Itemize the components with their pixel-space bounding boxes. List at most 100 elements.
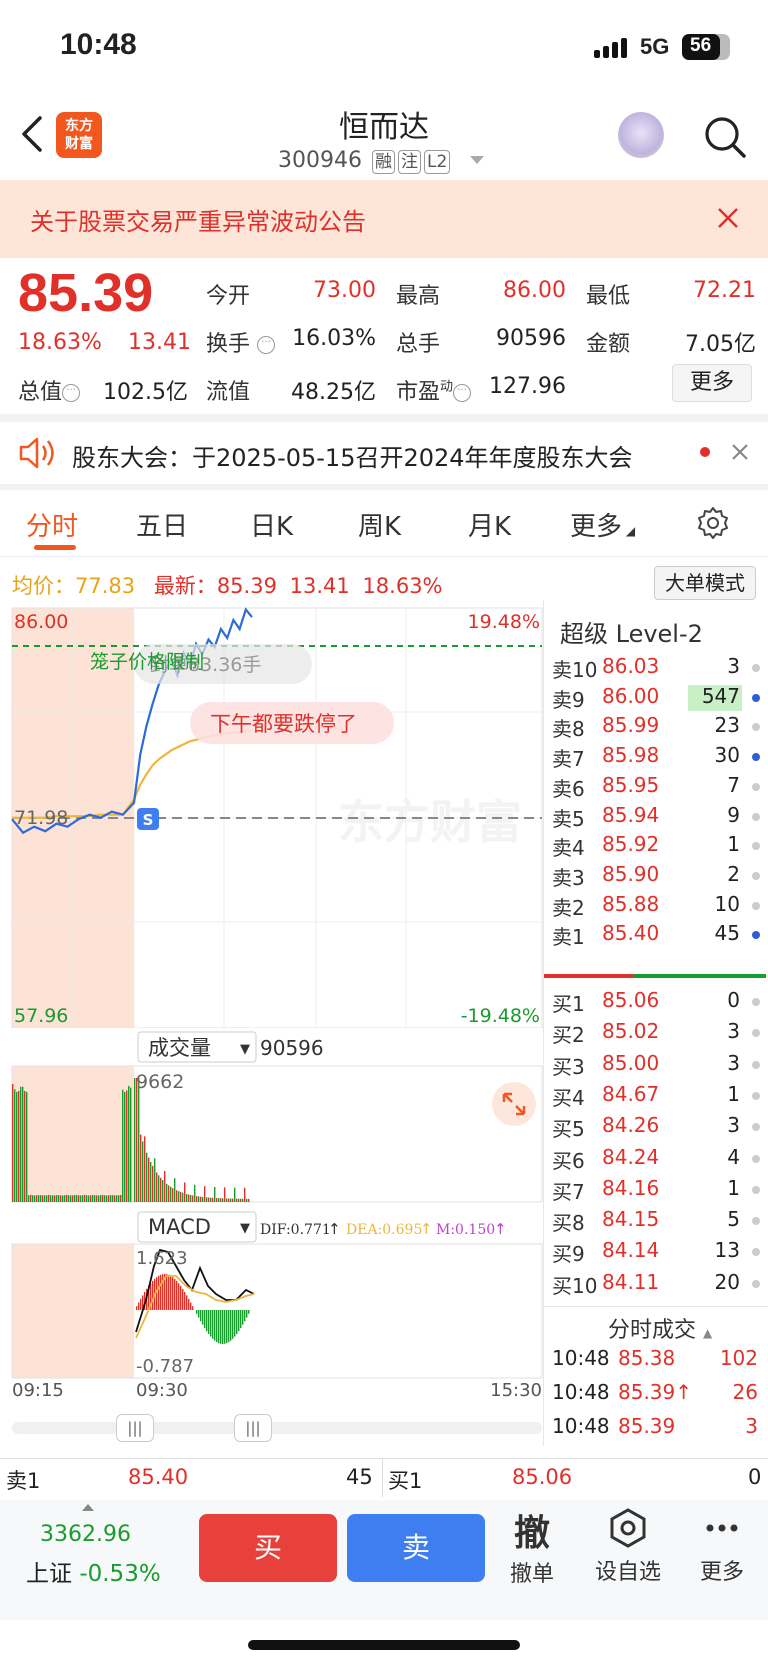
- label-pe: 市盈动 ···: [396, 374, 472, 406]
- bid-ask-ratio-bar: [544, 974, 766, 978]
- bid-row[interactable]: 买2 85.02 3: [552, 1019, 768, 1050]
- x-label-start: 09:15: [12, 1380, 64, 1400]
- info-icon[interactable]: ···: [62, 384, 81, 402]
- more-tab[interactable]: 更多: [694, 1508, 750, 1586]
- bid-row[interactable]: 买8 84.15 5: [552, 1207, 768, 1238]
- ask-row[interactable]: 卖8 85.99 23: [552, 713, 768, 744]
- tab-five-day[interactable]: 五日: [136, 506, 188, 543]
- bid-row[interactable]: 买9 84.14 13: [552, 1238, 768, 1269]
- volume-bar: [46, 1195, 48, 1202]
- close-icon[interactable]: [730, 442, 750, 462]
- ask-row[interactable]: 卖5 85.94 9: [552, 803, 768, 834]
- bid1-label: 买1: [388, 1469, 423, 1493]
- bid-row[interactable]: 买1 85.06 0: [552, 988, 768, 1019]
- volume-bar: [242, 1198, 244, 1202]
- notice-text: 关于股票交易严重异常波动公告: [30, 208, 366, 236]
- slider-handle-left[interactable]: |||: [116, 1414, 154, 1442]
- bid-row[interactable]: 买6 84.24 4: [552, 1145, 768, 1176]
- ask-volume: 1: [727, 832, 740, 857]
- index-row[interactable]: 上证 -0.53%: [26, 1554, 161, 1588]
- ask-row[interactable]: 卖2 85.88 10: [552, 892, 768, 923]
- volume-bar: [96, 1195, 98, 1202]
- index-value[interactable]: 3362.96: [40, 1522, 131, 1547]
- volume-bar: [216, 1198, 218, 1202]
- tab-weekly-k[interactable]: 周K: [358, 506, 401, 543]
- slider-handle-right[interactable]: |||: [234, 1414, 272, 1442]
- macd-top: 1.623: [136, 1248, 188, 1269]
- volume-bar: [88, 1195, 90, 1202]
- volume-bar: [130, 1087, 132, 1202]
- ask-row[interactable]: 卖6 85.95 7: [552, 773, 768, 804]
- macd-bar: [160, 1274, 162, 1310]
- label-volume: 总手: [396, 332, 441, 357]
- intraday-chart[interactable]: 东方财富 S 86.00 71.98 57.96 19.48% -19.48% …: [0, 600, 544, 1400]
- ask-row[interactable]: 卖10 86.03 3: [552, 654, 768, 685]
- macd-bar: [242, 1310, 244, 1325]
- bid-row[interactable]: 买5 84.26 3: [552, 1113, 768, 1144]
- bid-row[interactable]: 买7 84.16 1: [552, 1176, 768, 1207]
- cancel-order-tab[interactable]: 撤 撤单: [504, 1504, 560, 1588]
- sell-button[interactable]: 卖: [347, 1514, 485, 1582]
- more-button[interactable]: 更多: [672, 364, 752, 402]
- tag-registered: 注: [397, 150, 421, 174]
- macd-bar: [232, 1310, 234, 1339]
- bid-row[interactable]: 买4 84.67 1: [552, 1082, 768, 1113]
- info-icon[interactable]: ···: [257, 336, 276, 354]
- info-icon[interactable]: ···: [453, 384, 472, 402]
- volume-bar: [146, 1152, 148, 1202]
- volume-bar: [230, 1198, 232, 1202]
- macd-bars: [136, 1274, 250, 1344]
- macd-bar: [166, 1274, 168, 1310]
- volume-bar: [202, 1196, 204, 1202]
- ask-row[interactable]: 卖4 85.92 1: [552, 832, 768, 863]
- tab-monthly-k[interactable]: 月K: [468, 506, 511, 543]
- volume-bar: [180, 1192, 182, 1202]
- order-dot-icon: [752, 753, 760, 762]
- tab-intraday[interactable]: 分时: [26, 506, 78, 543]
- bid-row[interactable]: 买3 85.00 3: [552, 1051, 768, 1082]
- ask-row[interactable]: 卖3 85.90 2: [552, 862, 768, 893]
- gear-icon[interactable]: [696, 506, 730, 540]
- hexagon-icon: [610, 1508, 646, 1548]
- trade-price: 85.39↑: [618, 1380, 693, 1404]
- buy-button[interactable]: 买: [199, 1514, 337, 1582]
- caret-up-icon: [82, 1504, 94, 1511]
- macd-bar: [152, 1280, 154, 1310]
- bid-label: 买3: [552, 1054, 585, 1079]
- add-watchlist-tab[interactable]: 设自选: [588, 1508, 668, 1586]
- ask-row[interactable]: 卖7 85.98 30: [552, 743, 768, 774]
- time-range-slider[interactable]: [12, 1422, 542, 1434]
- chevron-down-icon[interactable]: [470, 156, 484, 164]
- notice-banner[interactable]: 关于股票交易严重异常波动公告: [0, 180, 768, 258]
- trade-time: 10:48: [552, 1414, 610, 1438]
- ask-row[interactable]: 卖1 85.40 45: [552, 921, 768, 952]
- big-order-mode-button[interactable]: 大单模式: [654, 566, 756, 600]
- order-dot-icon: [752, 1154, 760, 1163]
- bid-row[interactable]: 买10 84.11 20: [552, 1270, 768, 1301]
- ask-row[interactable]: 卖9 86.00 547: [552, 684, 768, 715]
- trades-title[interactable]: 分时成交 ▲: [608, 1312, 712, 1344]
- bid-price: 85.06: [602, 988, 660, 1012]
- macd-bar: [198, 1310, 200, 1318]
- order-dot-icon: [752, 1279, 760, 1288]
- search-icon[interactable]: [704, 116, 746, 158]
- macd-bar: [218, 1310, 220, 1344]
- value-high: 86.00: [503, 278, 566, 303]
- tag-margin: 融: [371, 150, 395, 174]
- bid-volume: 1: [727, 1081, 740, 1106]
- stock-code-row[interactable]: 300946 融注 L2: [278, 148, 451, 174]
- label-high: 最高: [396, 284, 441, 309]
- assistant-avatar[interactable]: [618, 112, 664, 158]
- ask1-label: 卖1: [6, 1469, 41, 1493]
- volume-bar: [124, 1091, 126, 1202]
- level2-title[interactable]: 超级 Level-2: [560, 614, 703, 649]
- volume-label: 成交量: [148, 1036, 211, 1060]
- tab-more[interactable]: 更多 ◢: [570, 506, 635, 543]
- close-icon[interactable]: [716, 206, 740, 230]
- volume-bar: [236, 1198, 238, 1202]
- tab-daily-k[interactable]: 日K: [250, 506, 293, 543]
- order-dot-icon: [752, 931, 760, 940]
- volume-bar: [32, 1195, 34, 1202]
- meeting-text[interactable]: 股东大会：于2025-05-15召开2024年年度股东大会: [72, 438, 633, 473]
- macd-dif: DIF:0.771: [260, 1222, 331, 1238]
